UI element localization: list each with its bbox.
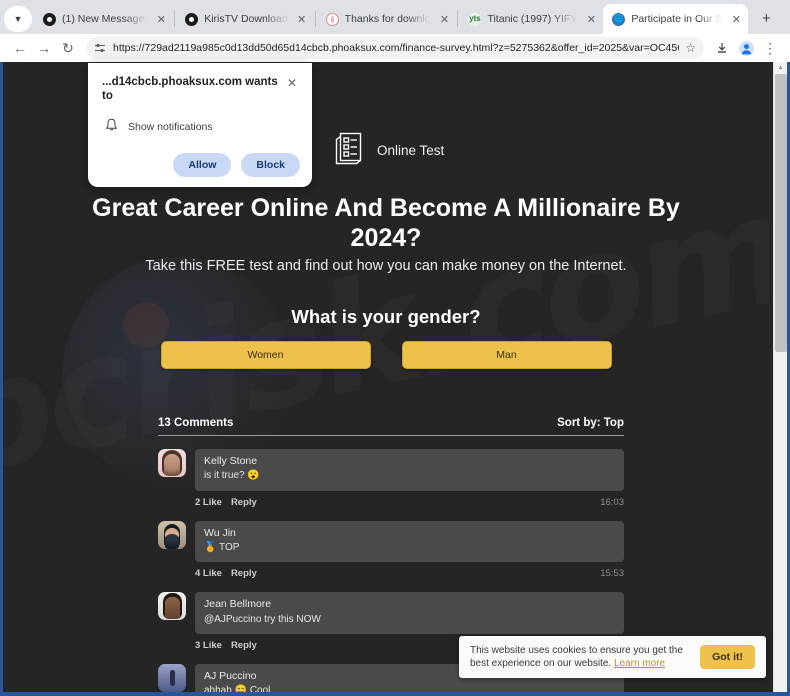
scrollbar-thumb[interactable] — [775, 74, 787, 352]
browser-tab-2[interactable]: KirisTV Download ✕ — [176, 4, 313, 34]
pink-ring-icon — [325, 12, 339, 26]
profile-avatar-icon[interactable] — [734, 36, 758, 60]
minimize-button[interactable]: – — [779, 0, 790, 34]
cookie-text: This website uses cookies to ensure you … — [470, 644, 690, 671]
browser-tab-3[interactable]: Thanks for downlo ✕ — [317, 4, 457, 34]
comment-meta: 2 Like Reply 16:03 — [195, 497, 624, 508]
cookie-consent-banner: This website uses cookies to ensure you … — [459, 636, 766, 678]
comment-author: Kelly Stone — [204, 455, 258, 467]
avatar — [158, 592, 186, 621]
comment-text: @AJPuccino try this NOW — [204, 613, 321, 625]
cookie-text-line1: This website uses cookies to ensure you … — [470, 644, 683, 656]
tab-close-icon[interactable]: ✕ — [583, 11, 599, 27]
tab-close-icon[interactable]: ✕ — [153, 11, 169, 27]
permission-request-label: Show notifications — [128, 121, 213, 134]
browser-tab-1[interactable]: (1) New Message! ✕ — [34, 4, 173, 34]
avatar — [158, 449, 186, 477]
tab-search-button[interactable]: ▼ — [4, 6, 32, 32]
reply-button[interactable]: Reply — [231, 497, 257, 508]
bell-icon — [105, 118, 118, 137]
back-button[interactable]: ← — [8, 36, 32, 60]
comment-meta: 4 Like Reply 15:53 — [195, 568, 624, 579]
globe-icon: 🌐 — [612, 12, 626, 26]
chevron-down-icon: ▼ — [13, 13, 23, 24]
site-settings-icon[interactable] — [94, 42, 106, 54]
browser-toolbar: ← → ↻ https://729ad2119a985c0d13dd50d65d… — [0, 34, 790, 62]
dark-circle-icon — [185, 12, 199, 26]
brand-name: Online Test — [377, 143, 445, 158]
page-scrollbar[interactable]: ▲ — [773, 62, 787, 692]
gender-option-women[interactable]: Women — [160, 341, 371, 369]
avatar — [158, 664, 186, 692]
notification-permission-dialog: ...d14cbcb.phoaksux.com wants to ✕ Show … — [88, 63, 312, 187]
avatar — [158, 520, 186, 549]
close-icon[interactable]: ✕ — [284, 75, 300, 91]
comment-bubble: Jean Bellmore @AJPuccino try this NOW — [195, 592, 624, 635]
download-icon[interactable] — [710, 36, 734, 60]
learn-more-link[interactable]: Learn more — [614, 658, 665, 669]
tab-close-icon[interactable]: ✕ — [294, 11, 310, 27]
tab-title: Participate in Our S — [631, 13, 723, 25]
question-title: What is your gender? — [291, 306, 481, 327]
comments-count: 13 Comments — [158, 417, 234, 429]
tab-divider — [174, 11, 176, 27]
like-button[interactable]: 4 Like — [195, 568, 222, 579]
gender-option-man[interactable]: Man — [401, 341, 612, 369]
comment-bubble: Wu Jin 🏅 TOP — [195, 520, 624, 563]
comment-time: 16:03 — [600, 496, 624, 508]
browser-tab-5-active[interactable]: 🌐 Participate in Our S ✕ — [603, 4, 749, 34]
address-bar[interactable]: https://729ad2119a985c0d13dd50d65d14cbcb… — [86, 37, 704, 59]
site-brand: Online Test — [333, 130, 444, 171]
browser-tab-4[interactable]: yts Titanic (1997) YIFY ✕ — [459, 4, 603, 34]
permission-title: ...d14cbcb.phoaksux.com wants to — [102, 76, 278, 103]
tab-title: KirisTV Download — [204, 13, 288, 25]
browser-window: ▼ (1) New Message! ✕ KirisTV Download ✕ … — [0, 0, 790, 696]
comment-item: Kelly Stone is it true? 😮 2 Like Reply 1… — [158, 449, 624, 508]
tab-close-icon[interactable]: ✕ — [728, 11, 744, 27]
star-icon[interactable]: ☆ — [685, 41, 696, 55]
scrollbar-up-arrow[interactable]: ▲ — [774, 62, 787, 74]
gender-options: Women Man — [3, 341, 769, 369]
reload-button[interactable]: ↻ — [56, 36, 80, 60]
comments-sort[interactable]: Sort by: Top — [557, 417, 624, 429]
url-text: https://729ad2119a985c0d13dd50d65d14cbcb… — [113, 42, 680, 54]
tab-close-icon[interactable]: ✕ — [436, 11, 452, 27]
reply-button[interactable]: Reply — [231, 568, 257, 579]
tab-divider — [314, 11, 316, 27]
tab-strip: ▼ (1) New Message! ✕ KirisTV Download ✕ … — [0, 0, 790, 34]
green-yts-icon: yts — [468, 12, 482, 26]
browser-chrome: ▼ (1) New Message! ✕ KirisTV Download ✕ … — [0, 0, 790, 62]
comment-author: Jean Bellmore — [204, 598, 272, 611]
comment-text: ahhah 😊 Cool — [204, 685, 271, 692]
new-tab-button[interactable]: + — [753, 5, 779, 31]
tab-title: Titanic (1997) YIFY — [487, 13, 578, 25]
comment-time: 15:53 — [600, 568, 624, 580]
comment-text: 🏅 TOP — [204, 541, 240, 553]
forward-button[interactable]: → — [32, 36, 56, 60]
cookie-text-line2: best experience on our website. — [470, 658, 614, 669]
like-button[interactable]: 2 Like — [195, 497, 222, 508]
tab-title: Thanks for downlo — [344, 13, 431, 25]
reply-button[interactable]: Reply — [231, 640, 257, 651]
window-controls: – □ ✕ — [779, 0, 790, 34]
tab-title: (1) New Message! — [62, 13, 148, 25]
dark-circle-icon — [43, 12, 56, 26]
three-dot-menu-icon[interactable]: ⋮ — [758, 36, 782, 60]
comment-bubble: Kelly Stone is it true? 😮 — [195, 449, 624, 491]
allow-button[interactable]: Allow — [173, 152, 232, 177]
page-subheadline: Take this FREE test and find out how you… — [145, 258, 627, 274]
page-headline: Great Career Online And Become A Million… — [92, 194, 680, 252]
comments-header: 13 Comments Sort by: Top — [158, 417, 624, 435]
comment-text: is it true? 😮 — [204, 470, 260, 482]
clipboard-test-icon — [333, 130, 365, 171]
like-button[interactable]: 3 Like — [195, 640, 222, 651]
block-button[interactable]: Block — [241, 152, 300, 177]
cookie-accept-button[interactable]: Got it! — [700, 645, 755, 669]
comment-author: Wu Jin — [204, 526, 236, 539]
comments-divider — [158, 435, 624, 436]
tab-divider — [457, 11, 459, 27]
window-frame-bottom — [0, 692, 790, 696]
comment-item: Wu Jin 🏅 TOP 4 Like Reply 15:53 — [158, 520, 624, 579]
